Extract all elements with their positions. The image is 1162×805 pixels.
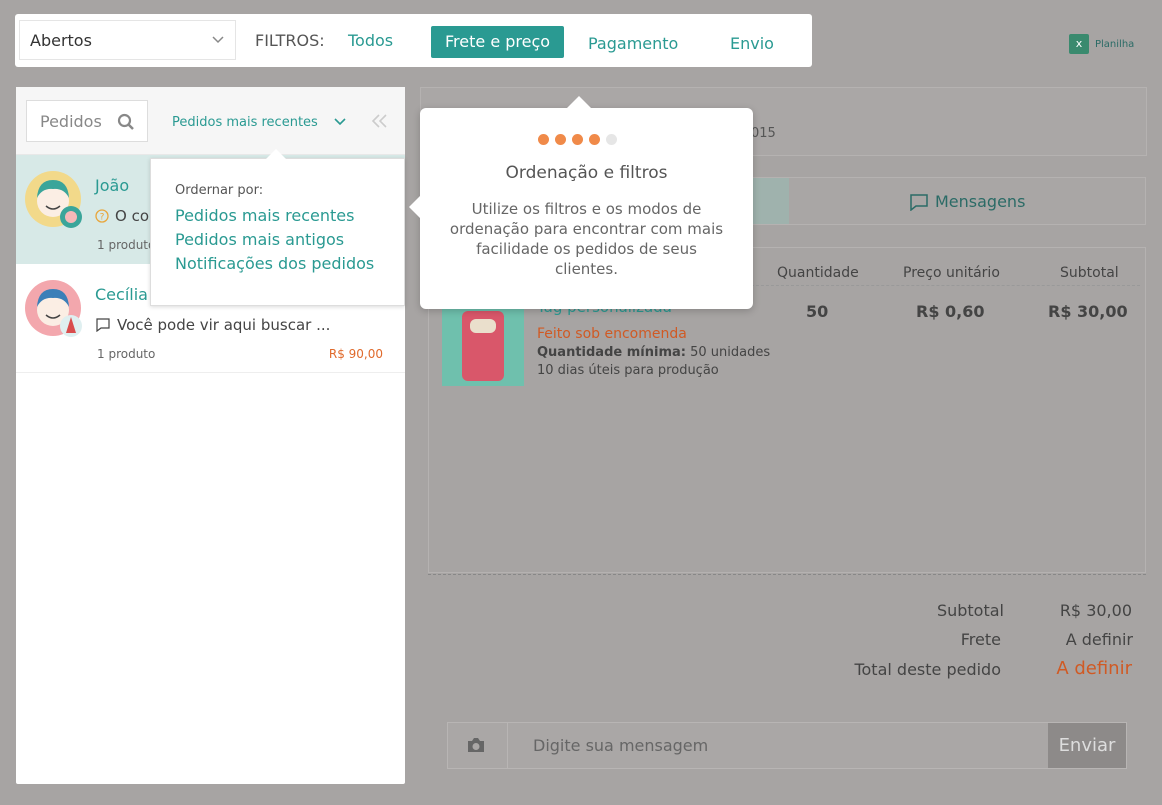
avatar	[25, 171, 82, 228]
tab-messages[interactable]: Mensagens	[909, 192, 1025, 211]
subtotal-label: Subtotal	[936, 601, 1004, 620]
question-icon: ?	[95, 209, 109, 223]
sort-dropdown: Ordernar por: Pedidos mais recentes Pedi…	[150, 149, 405, 306]
tour-body: Utilize os filtros e os modos de ordenaç…	[449, 200, 724, 278]
tour-dot[interactable]	[538, 134, 549, 145]
filter-pagamento[interactable]: Pagamento	[588, 34, 678, 53]
tooltip-arrow-up	[567, 96, 591, 108]
product-image[interactable]	[442, 303, 524, 386]
speech-bubble-icon	[910, 193, 928, 211]
status-select-value: Abertos	[30, 31, 92, 50]
product-unit-price: R$ 0,60	[916, 302, 985, 321]
order-date: 015	[751, 126, 776, 141]
tag-hole	[470, 319, 496, 333]
orders-panel-header: Pedidos Pedidos mais recentes	[16, 87, 405, 155]
message-input[interactable]: Digite sua mensagem	[533, 736, 708, 755]
order-customer-name: João	[95, 176, 130, 195]
camera-icon	[468, 738, 484, 752]
order-totals: Subtotal R$ 30,00 Frete A definir Total …	[428, 574, 1146, 702]
collapse-icon[interactable]	[370, 113, 390, 129]
order-last-message: ? O co	[95, 207, 149, 225]
sort-option-notifications[interactable]: Notificações dos pedidos	[175, 254, 374, 273]
product-min-quantity: Quantidade mínima: 50 unidades	[537, 345, 770, 360]
filters-label: FILTROS:	[255, 31, 325, 50]
tab-messages-label: Mensagens	[935, 192, 1026, 211]
order-message-text: Você pode vir aqui buscar ...	[117, 316, 331, 334]
speech-bubble-icon	[96, 318, 110, 332]
subtotal-value: R$ 30,00	[1059, 601, 1132, 620]
status-select[interactable]: Abertos	[19, 20, 236, 60]
col-unit-price: Preço unitário	[903, 265, 1000, 281]
filter-bar: Abertos FILTROS: Todos Frete e preço Pag…	[15, 14, 812, 67]
spreadsheet-link[interactable]: x Planilha	[1069, 34, 1134, 54]
product-subtotal: R$ 30,00	[1048, 302, 1128, 321]
filter-envio[interactable]: Envio	[730, 34, 774, 53]
search-input[interactable]: Pedidos	[26, 100, 148, 142]
sort-option-recent[interactable]: Pedidos mais recentes	[175, 206, 354, 225]
message-composer: Digite sua mensagem Enviar	[447, 722, 1127, 769]
min-quantity-label: Quantidade mínima:	[537, 345, 686, 360]
search-icon	[117, 113, 134, 130]
shipping-label: Frete	[960, 630, 1001, 649]
tour-step-dots	[538, 134, 617, 145]
shipping-value: A definir	[1065, 630, 1133, 649]
min-quantity-value: 50 unidades	[685, 345, 771, 360]
tag-card-shape	[462, 311, 504, 381]
sort-option-oldest[interactable]: Pedidos mais antigos	[175, 230, 344, 249]
tour-tooltip: Ordenação e filtros Utilize os filtros e…	[409, 96, 753, 309]
excel-icon: x	[1069, 34, 1089, 54]
sort-select[interactable]: Pedidos mais recentes	[172, 115, 318, 130]
tour-dot[interactable]	[572, 134, 583, 145]
sort-dropdown-title: Ordernar por:	[175, 183, 264, 198]
svg-text:?: ?	[100, 213, 105, 223]
order-message-text: O co	[115, 207, 149, 225]
total-value: A definir	[1056, 658, 1132, 679]
order-customer-name: Cecília	[95, 285, 148, 304]
total-label: Total deste pedido	[854, 660, 1001, 679]
product-production-time: 10 dias úteis para produção	[537, 363, 719, 378]
send-button[interactable]: Enviar	[1048, 723, 1126, 768]
order-last-message: Você pode vir aqui buscar ...	[95, 316, 330, 334]
col-quantity: Quantidade	[777, 265, 859, 281]
col-subtotal: Subtotal	[1060, 265, 1119, 281]
order-product-count: 1 produto	[97, 347, 156, 361]
tour-dot[interactable]	[555, 134, 566, 145]
search-placeholder: Pedidos	[40, 112, 102, 131]
camera-button[interactable]	[448, 723, 508, 768]
product-quantity: 50	[806, 302, 829, 321]
chevron-down-icon	[212, 36, 224, 44]
popover-arrow	[266, 149, 286, 159]
product-made-to-order: Feito sob encomenda	[537, 326, 687, 342]
order-price: R$ 90,00	[328, 347, 383, 361]
filter-frete-preco[interactable]: Frete e preço	[431, 26, 565, 58]
tooltip-arrow-left	[409, 196, 420, 218]
filter-todos[interactable]: Todos	[348, 31, 393, 50]
chevron-down-icon[interactable]	[334, 116, 346, 128]
tour-dot[interactable]	[589, 134, 600, 145]
spreadsheet-label: Planilha	[1095, 38, 1135, 50]
tour-dot[interactable]	[606, 134, 617, 145]
order-product-count: 1 produto	[97, 238, 156, 252]
tour-title: Ordenação e filtros	[505, 163, 668, 183]
avatar	[25, 280, 82, 337]
